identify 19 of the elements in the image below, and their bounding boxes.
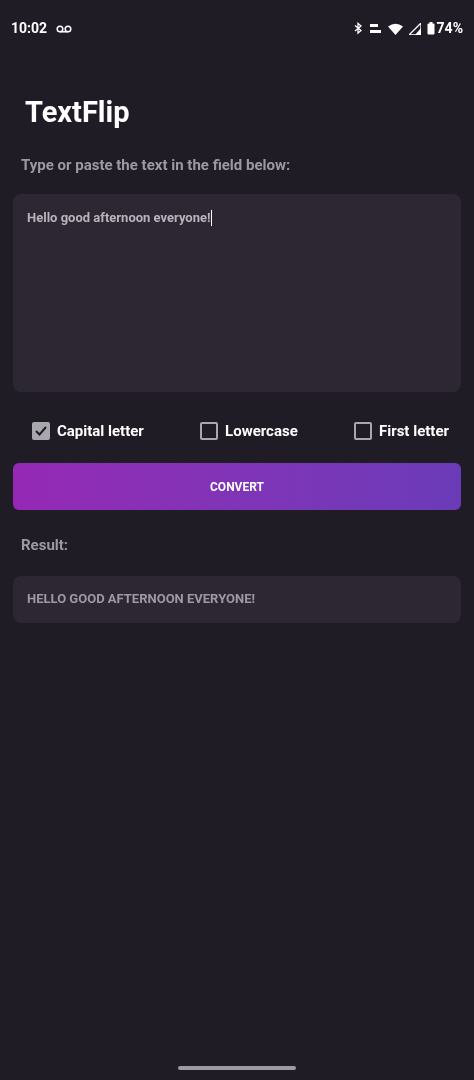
- input-label: Type or paste the text in the field below:: [21, 155, 292, 176]
- battery-icon: [426, 22, 435, 35]
- checkbox-label: First letter: [378, 420, 449, 442]
- signal-icon: [408, 22, 421, 35]
- checkbox[interactable]: [32, 421, 50, 440]
- result-field: HELLO GOOD AFTERNOON EVERYONE!: [13, 575, 461, 623]
- result-label: Result:: [21, 535, 70, 556]
- voicemail-icon: [56, 24, 73, 33]
- checkbox-label: Capital letter: [57, 420, 144, 442]
- status-time: 10:02: [11, 19, 48, 38]
- checkbox[interactable]: [353, 421, 372, 440]
- battery-percentage: 74%: [436, 19, 463, 38]
- wifi-icon: [387, 22, 403, 35]
- convert-button[interactable]: CONVERT: [13, 463, 461, 510]
- app-title: TextFlip: [25, 94, 131, 131]
- bluetooth-icon: [352, 22, 363, 35]
- checkbox[interactable]: [200, 421, 219, 440]
- text-input-field[interactable]: Hello good afternoon everyone!: [13, 193, 461, 392]
- checkbox-label: Lowercase: [225, 420, 298, 442]
